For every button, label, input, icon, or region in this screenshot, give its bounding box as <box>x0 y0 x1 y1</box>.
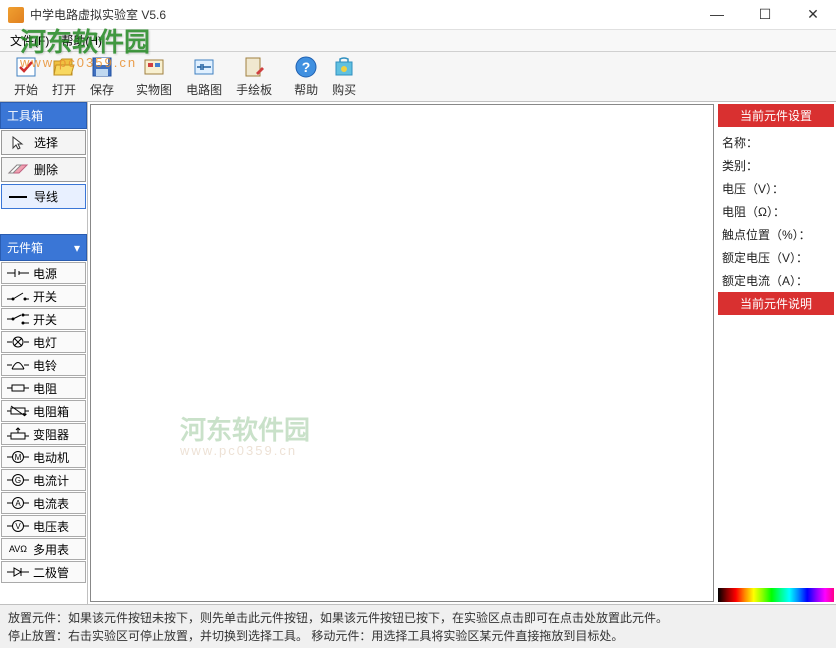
window-title: 中学电路虚拟实验室 V5.6 <box>30 6 702 23</box>
menu-help[interactable]: 帮助(H) <box>57 30 106 51</box>
props-header: 当前元件设置 <box>718 104 834 127</box>
component-icon: A <box>5 496 31 510</box>
component-icon <box>5 312 31 326</box>
main-toolbar: 开始 打开 保存 实物图 电路图 手绘板 ? 帮助 购买 <box>0 52 836 102</box>
prop-contact: 触点位置（%）： <box>718 223 834 246</box>
window-controls: — ☐ ✕ <box>702 6 828 23</box>
prop-voltage: 电压（V）： <box>718 177 834 200</box>
component-icon <box>5 565 31 579</box>
chevron-down-icon: ▾ <box>74 241 80 255</box>
draw-board-icon <box>242 55 266 79</box>
close-button[interactable]: ✕ <box>798 6 828 23</box>
prop-name: 名称： <box>718 131 834 154</box>
component-icon <box>5 381 31 395</box>
help-icon: ? <box>294 55 318 79</box>
circuit-view-button[interactable]: 电路图 <box>180 53 228 100</box>
help-button[interactable]: ? 帮助 <box>288 53 324 100</box>
statusbar: 放置元件：如果该元件按钮未按下，则先单击此元件按钮，如果该元件按钮已按下，在实验… <box>0 604 836 648</box>
svg-text:V: V <box>15 522 21 531</box>
component-3[interactable]: 电灯 <box>1 331 86 353</box>
menu-file[interactable]: 文件(F) <box>6 30 53 51</box>
menubar: 文件(F) 帮助(H) <box>0 30 836 52</box>
open-icon <box>52 55 76 79</box>
svg-text:M: M <box>15 453 22 462</box>
minimize-button[interactable]: — <box>702 6 732 23</box>
component-1[interactable]: 开关 <box>1 285 86 307</box>
right-panel: 当前元件设置 名称： 类别： 电压（V）： 电阻（Ω）： 触点位置（%）： 额定… <box>716 102 836 604</box>
save-button[interactable]: 保存 <box>84 53 120 100</box>
prop-rated-v: 额定电压（V）： <box>718 246 834 269</box>
component-2[interactable]: 开关 <box>1 308 86 330</box>
component-0[interactable]: 电源 <box>1 262 86 284</box>
open-button[interactable]: 打开 <box>46 53 82 100</box>
desc-area <box>718 319 834 588</box>
component-icon <box>5 289 31 303</box>
component-icon <box>5 358 31 372</box>
wire-icon <box>6 190 30 204</box>
start-icon <box>14 55 38 79</box>
wire-tool[interactable]: 导线 <box>1 184 86 209</box>
color-picker-bar[interactable] <box>718 588 834 602</box>
component-11[interactable]: V电压表 <box>1 515 86 537</box>
real-view-button[interactable]: 实物图 <box>130 53 178 100</box>
titlebar: 中学电路虚拟实验室 V5.6 — ☐ ✕ <box>0 0 836 30</box>
cursor-icon <box>6 136 30 150</box>
desc-header: 当前元件说明 <box>718 292 834 315</box>
maximize-button[interactable]: ☐ <box>750 6 780 23</box>
component-8[interactable]: M电动机 <box>1 446 86 468</box>
component-5[interactable]: 电阻 <box>1 377 86 399</box>
component-10[interactable]: A电流表 <box>1 492 86 514</box>
draw-board-button[interactable]: 手绘板 <box>230 53 278 100</box>
prop-rated-a: 额定电流（A）： <box>718 269 834 292</box>
svg-text:G: G <box>15 476 21 485</box>
app-icon <box>8 7 24 23</box>
left-panel: 工具箱 选择 删除 导线 元件箱 ▾ 电源开关开关电灯电铃电阻电阻箱变阻器M电动… <box>0 102 88 604</box>
compbox-header[interactable]: 元件箱 ▾ <box>0 234 87 261</box>
status-line1: 放置元件：如果该元件按钮未按下，则先单击此元件按钮，如果该元件按钮已按下，在实验… <box>8 609 828 627</box>
buy-icon <box>332 55 356 79</box>
component-12[interactable]: AVΩ多用表 <box>1 538 86 560</box>
component-icon: V <box>5 519 31 533</box>
component-6[interactable]: 电阻箱 <box>1 400 86 422</box>
component-icon <box>5 427 31 441</box>
svg-text:?: ? <box>302 59 311 75</box>
component-icon: M <box>5 450 31 464</box>
toolbox-header: 工具箱 <box>0 102 87 129</box>
start-button[interactable]: 开始 <box>8 53 44 100</box>
component-list: 电源开关开关电灯电铃电阻电阻箱变阻器M电动机G电流计A电流表V电压表AVΩ多用表… <box>0 261 87 584</box>
prop-type: 类别： <box>718 154 834 177</box>
status-line2: 停止放置：右击实验区可停止放置，并切换到选择工具。 移动元件：用选择工具将实验区… <box>8 627 828 645</box>
component-13[interactable]: 二极管 <box>1 561 86 583</box>
prop-resistance: 电阻（Ω）： <box>718 200 834 223</box>
component-icon <box>5 335 31 349</box>
eraser-icon <box>6 163 30 177</box>
component-4[interactable]: 电铃 <box>1 354 86 376</box>
main-area: 工具箱 选择 删除 导线 元件箱 ▾ 电源开关开关电灯电铃电阻电阻箱变阻器M电动… <box>0 102 836 604</box>
select-tool[interactable]: 选择 <box>1 130 86 155</box>
component-icon: AVΩ <box>5 542 31 556</box>
circuit-view-icon <box>192 55 216 79</box>
svg-text:A: A <box>15 499 21 508</box>
experiment-canvas[interactable] <box>90 104 714 602</box>
component-7[interactable]: 变阻器 <box>1 423 86 445</box>
component-icon <box>5 266 31 280</box>
buy-button[interactable]: 购买 <box>326 53 362 100</box>
component-icon: G <box>5 473 31 487</box>
component-icon <box>5 404 31 418</box>
delete-tool[interactable]: 删除 <box>1 157 86 182</box>
save-icon <box>90 55 114 79</box>
real-view-icon <box>142 55 166 79</box>
component-9[interactable]: G电流计 <box>1 469 86 491</box>
